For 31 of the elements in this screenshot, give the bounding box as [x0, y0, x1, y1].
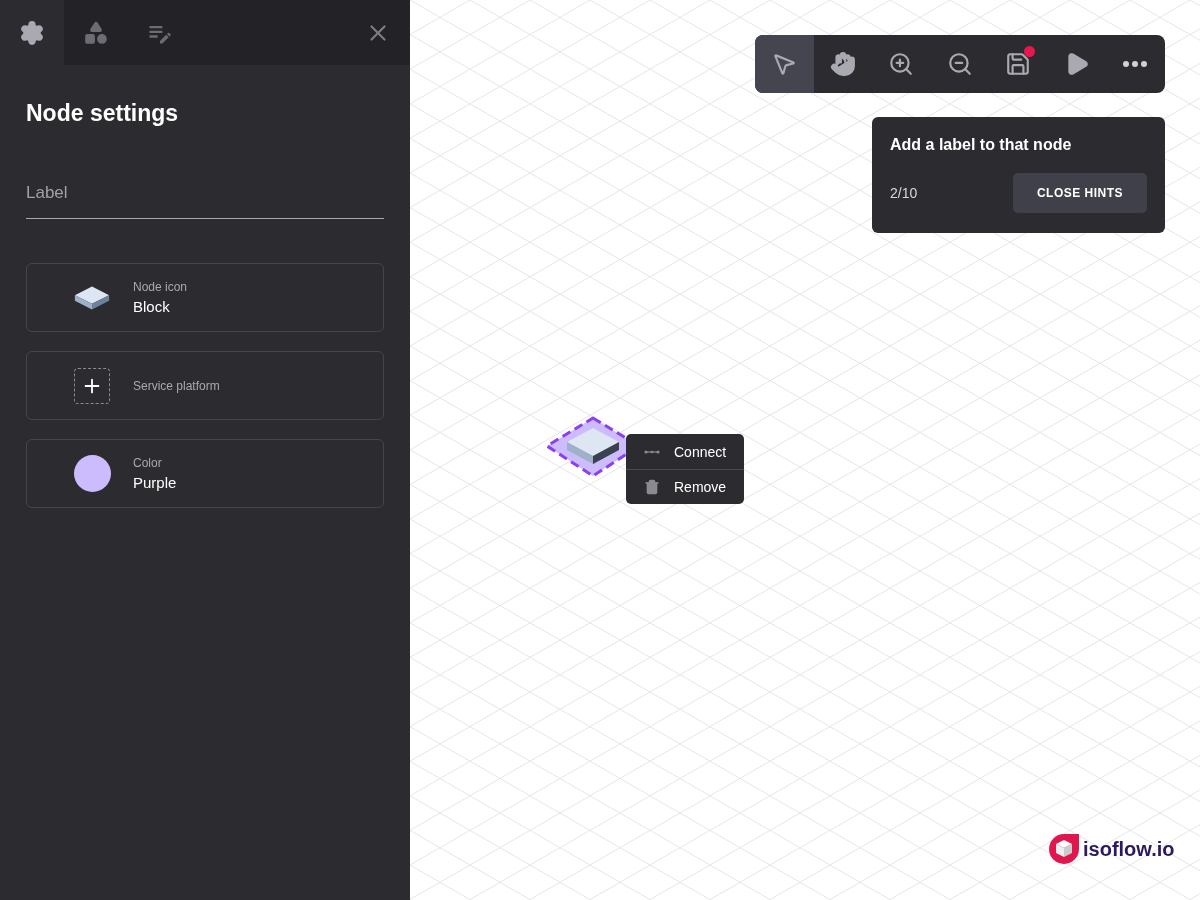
node-icon-setting[interactable]: Node icon Block — [26, 263, 384, 332]
hint-step: 2/10 — [890, 185, 918, 201]
connector-icon — [644, 448, 660, 455]
save-icon — [1005, 51, 1032, 77]
trash-icon — [644, 479, 660, 495]
add-button[interactable] — [74, 367, 110, 404]
service-platform-setting[interactable]: Service platform — [26, 351, 384, 420]
setting-value: Purple — [133, 474, 177, 491]
setting-caption: Color — [133, 456, 163, 470]
setting-value: Block — [133, 298, 171, 315]
setting-caption: Service platform — [133, 378, 220, 393]
cube-logo-icon — [1048, 833, 1080, 865]
zoom-out-icon — [946, 51, 973, 77]
menu-item[interactable]: Remove — [626, 469, 744, 504]
logo-text: isoflow.io — [1083, 837, 1175, 861]
label-input[interactable]: Label — [26, 173, 384, 219]
panel-tab[interactable] — [0, 0, 64, 65]
panel-title: Node settings — [26, 99, 180, 127]
pointer-icon — [771, 51, 798, 77]
zoom-in-icon — [888, 51, 915, 77]
hand-icon — [829, 51, 856, 77]
shapes-icon — [83, 19, 109, 46]
hint-title: Add a label to that node — [890, 136, 1073, 154]
color-setting[interactable]: Color Purple — [26, 439, 384, 508]
unsaved-badge — [1023, 46, 1035, 57]
menu-item[interactable]: Connect — [626, 434, 744, 469]
close-hints-button[interactable]: CLOSE HINTS — [1013, 173, 1147, 213]
select-tool-button[interactable] — [755, 35, 814, 93]
more-icon — [1123, 61, 1148, 67]
setting-caption: Node icon — [133, 280, 188, 294]
gear-icon — [19, 19, 45, 46]
